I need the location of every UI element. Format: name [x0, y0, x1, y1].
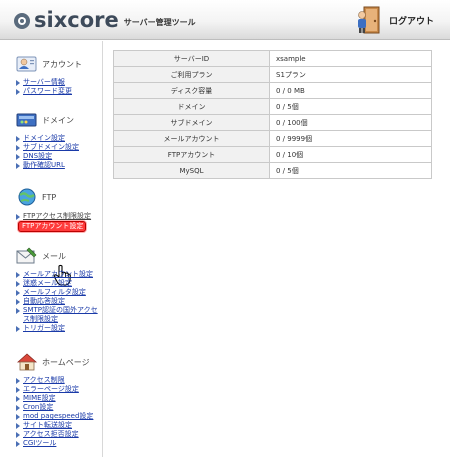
account-icon [16, 54, 38, 74]
table-row: FTPアカウント 0 / 10個 [113, 146, 432, 163]
sidebar-item-test-url[interactable]: 動作確認URL [16, 161, 103, 170]
plan-value: S1プラン [269, 66, 432, 83]
header-bar: sixcore サーバー管理ツール ログアウト [0, 0, 450, 40]
sidebar-item-error-page-settings[interactable]: エラーページ設定 [16, 385, 103, 394]
domain-count-value: 0 / 5個 [269, 98, 432, 115]
section-title-domain: ドメイン [42, 115, 74, 125]
sidebar-item-password-change[interactable]: パスワード変更 [16, 87, 103, 96]
sidebar: アカウント サーバー情報 パスワード変更 ドメイン ドメイン設定 サブドメイン設… [0, 41, 103, 457]
domain-count-label: ドメイン [113, 98, 270, 115]
sidebar-item-mail-filter-settings[interactable]: メールフィルタ設定 [16, 288, 103, 297]
subdomain-count-label: サブドメイン [113, 114, 270, 131]
logout-label: ログアウト [388, 16, 434, 27]
homepage-icon [16, 352, 38, 372]
sidebar-item-trigger-settings[interactable]: トリガー設定 [16, 324, 103, 333]
logo-text: sixcore [34, 8, 119, 32]
table-row: ご利用プラン S1プラン [113, 66, 432, 83]
section-title-ftp: FTP [42, 192, 57, 202]
sidebar-item-mime-settings[interactable]: MIME設定 [16, 394, 103, 403]
table-row: MySQL 0 / 5個 [113, 162, 432, 179]
section-title-homepage: ホームページ [42, 357, 90, 367]
section-title-account: アカウント [42, 59, 82, 69]
sidebar-item-ftp-account-settings[interactable]: FTPアカウント設定 [18, 221, 86, 232]
sidebar-item-dns-settings[interactable]: DNS設定 [16, 152, 103, 161]
sidebar-item-access-deny-settings[interactable]: アクセス拒否設定 [16, 430, 103, 439]
table-row: サーバーID xsample [113, 50, 432, 67]
table-row: メールアカウント 0 / 9999個 [113, 130, 432, 147]
sidebar-section-mail: メール メールアカウント設定 迷惑メール設定 メールフィルタ設定 自動応答設定 … [16, 245, 103, 333]
sidebar-section-account: アカウント サーバー情報 パスワード変更 [16, 53, 103, 96]
sidebar-item-auto-reply-settings[interactable]: 自動応答設定 [16, 297, 103, 306]
sidebar-item-pagespeed-settings[interactable]: mod pagespeed設定 [16, 412, 103, 421]
server-id-label: サーバーID [113, 50, 270, 67]
sidebar-item-smtp-restriction[interactable]: SMTP認証の国外アクセス制限設定 [16, 306, 98, 324]
sidebar-item-ftp-access-restriction[interactable]: FTPアクセス制限設定 [16, 212, 103, 221]
server-info-panel: サーバーID xsample ご利用プラン S1プラン ディスク容量 0 / 0… [113, 50, 432, 179]
logout-button[interactable]: ログアウト [355, 6, 434, 34]
mail-account-count-label: メールアカウント [113, 130, 270, 147]
table-row: ディスク容量 0 / 0 MB [113, 82, 432, 99]
disk-capacity-value: 0 / 0 MB [269, 82, 432, 99]
sidebar-item-access-restriction[interactable]: アクセス制限 [16, 376, 103, 385]
mail-account-count-value: 0 / 9999個 [269, 130, 432, 147]
sidebar-item-mail-account-settings[interactable]: メールアカウント設定 [16, 270, 103, 279]
ftp-icon [16, 187, 38, 207]
sidebar-item-spam-settings[interactable]: 迷惑メール設定 [16, 279, 103, 288]
mysql-count-label: MySQL [113, 162, 270, 179]
mail-icon [16, 246, 38, 266]
sidebar-item-server-info[interactable]: サーバー情報 [16, 78, 103, 87]
logo-subtitle: サーバー管理ツール [123, 17, 196, 27]
subdomain-count-value: 0 / 100個 [269, 114, 432, 131]
sidebar-item-domain-settings[interactable]: ドメイン設定 [16, 134, 103, 143]
sidebar-section-ftp: FTP FTPアクセス制限設定 FTPアカウント設定 [16, 186, 103, 232]
ftp-account-count-label: FTPアカウント [113, 146, 270, 163]
sidebar-item-subdomain-settings[interactable]: サブドメイン設定 [16, 143, 103, 152]
sidebar-item-cron-settings[interactable]: Cron設定 [16, 403, 103, 412]
server-id-value: xsample [269, 50, 432, 67]
door-person-icon [355, 6, 385, 34]
table-row: ドメイン 0 / 5個 [113, 98, 432, 115]
sidebar-item-site-redirect-settings[interactable]: サイト転送設定 [16, 421, 103, 430]
mysql-count-value: 0 / 5個 [269, 162, 432, 179]
server-info-table: サーバーID xsample ご利用プラン S1プラン ディスク容量 0 / 0… [113, 50, 432, 179]
plan-label: ご利用プラン [113, 66, 270, 83]
ftp-account-count-value: 0 / 10個 [269, 146, 432, 163]
logo-icon [14, 13, 30, 29]
domain-icon [16, 110, 38, 130]
disk-capacity-label: ディスク容量 [113, 82, 270, 99]
sidebar-section-domain: ドメイン ドメイン設定 サブドメイン設定 DNS設定 動作確認URL [16, 109, 103, 170]
logo[interactable]: sixcore サーバー管理ツール [14, 8, 196, 32]
sidebar-item-cgi-tools[interactable]: CGIツール [16, 439, 103, 448]
table-row: サブドメイン 0 / 100個 [113, 114, 432, 131]
sidebar-section-homepage: ホームページ アクセス制限 エラーページ設定 MIME設定 Cron設定 mod… [16, 351, 103, 448]
section-title-mail: メール [42, 251, 66, 261]
